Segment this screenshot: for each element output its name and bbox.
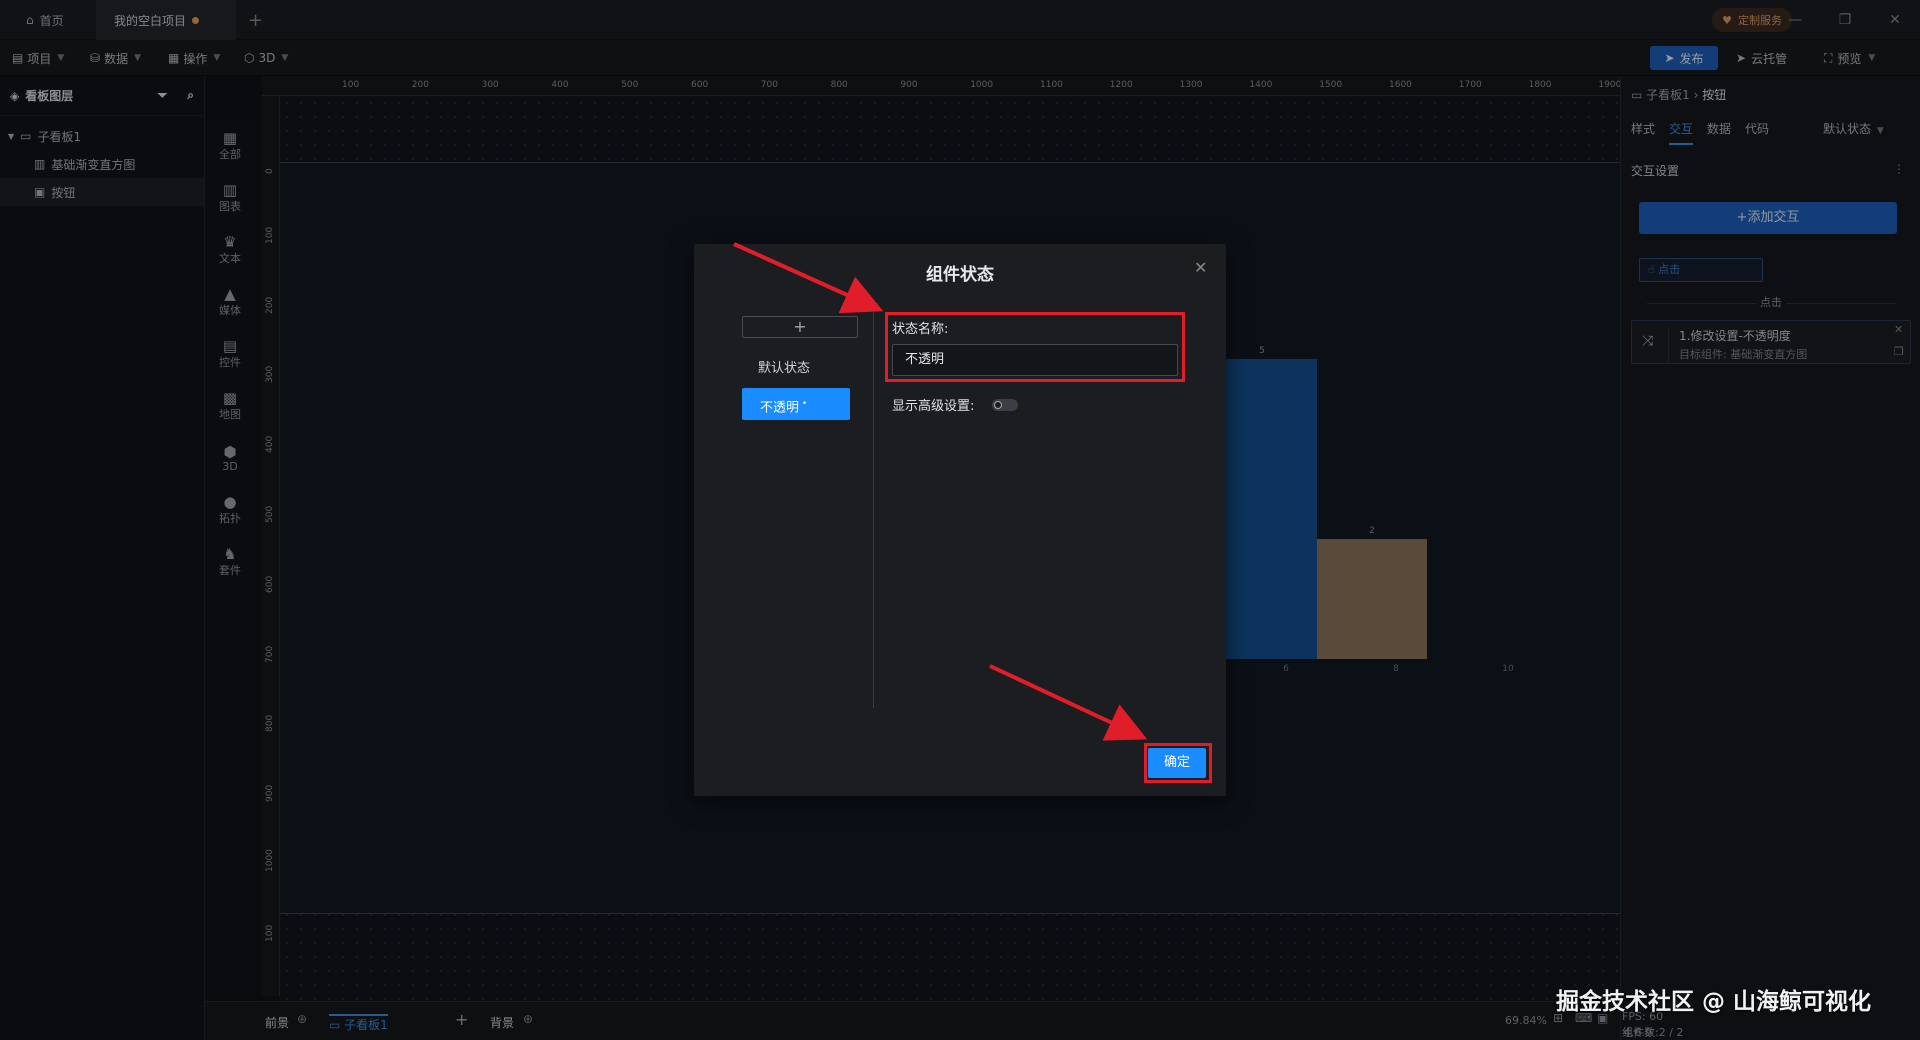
state-item-opaque-label: 不透明 — [760, 400, 800, 416]
add-state-button[interactable]: + — [742, 316, 858, 338]
highlight-box-state-name — [885, 312, 1185, 382]
advanced-settings-label: 显示高级设置: — [892, 399, 975, 414]
dialog-title: 组件状态 — [926, 265, 994, 285]
toggle-knob — [994, 401, 1002, 409]
state-item-opaque[interactable]: 不透明 • — [742, 388, 850, 420]
modified-dot-icon: • — [799, 399, 808, 409]
dialog-divider — [873, 312, 874, 708]
state-item-default[interactable]: 默认状态 — [742, 356, 858, 382]
highlight-box-confirm — [1144, 743, 1212, 783]
component-state-dialog: 组件状态 ✕ + 默认状态 不透明 • 状态名称: 不透明 显示高级设置: 确定 — [694, 244, 1226, 796]
watermark: 掘金技术社区 @ 山海鲸可视化 — [1556, 989, 1872, 1015]
close-icon[interactable]: ✕ — [1194, 258, 1207, 277]
